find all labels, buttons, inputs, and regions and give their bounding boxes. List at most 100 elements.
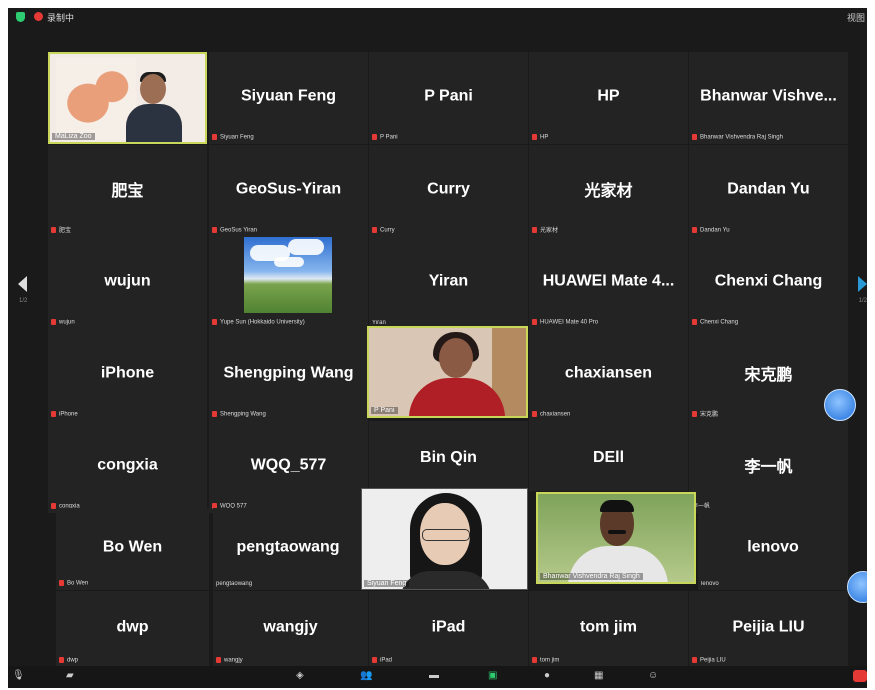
participant-tile-dandan[interactable]: Dandan Yu Dandan Yu	[689, 145, 848, 237]
shield-icon[interactable]	[16, 12, 25, 22]
participant-tile-dwp[interactable]: dwp dwp	[56, 591, 209, 667]
mic-muted-icon	[532, 411, 537, 418]
participant-name: tom jim	[580, 618, 637, 636]
participant-tile-liyifan[interactable]: 李一帆 李一帆	[689, 421, 848, 513]
page-indicator-left: 1/2	[19, 298, 28, 304]
participant-name: Siyuan Feng	[240, 87, 337, 105]
people-icon[interactable]: 👥	[360, 670, 372, 681]
participant-label: Yupe Sun (Hokkaido University)	[212, 319, 305, 326]
participant-name: 李一帆	[744, 459, 793, 477]
participant-tile-wqq[interactable]: WQQ_577 WQQ 577	[209, 421, 368, 513]
reactions-icon[interactable]: ☺	[648, 670, 658, 681]
mic-muted-icon	[51, 319, 56, 326]
participant-label: tom jim	[532, 657, 559, 664]
participant-name: Bo Wen	[102, 538, 163, 556]
meeting-toolbar: 🎙 ▰ ◈ 👥 ▬ ▣ ● ▦ ☺	[8, 666, 867, 688]
recording-label: 录制中	[47, 13, 75, 23]
participant-label: Dandan Yu	[692, 227, 730, 234]
share-screen-icon[interactable]: ▣	[488, 670, 497, 681]
arrow-left-icon[interactable]	[18, 276, 27, 292]
participant-tile-pani-video[interactable]: P Pani	[367, 326, 528, 418]
participant-name: iPad	[431, 618, 466, 636]
mic-muted-icon	[532, 319, 537, 326]
mic-muted-icon	[212, 134, 217, 141]
shield-icon[interactable]: ◈	[296, 670, 304, 681]
participant-tile-guangjiacai[interactable]: 光家材 光家材	[529, 145, 688, 237]
mic-muted-icon	[692, 227, 697, 234]
participant-label: iPhone	[51, 411, 78, 418]
participant-tile-bowen[interactable]: Bo Wen Bo Wen	[56, 508, 209, 590]
participant-label: lenovo	[701, 581, 719, 587]
participant-tile-curry[interactable]: Curry Curry	[369, 145, 528, 237]
participant-label: Bo Wen	[59, 580, 88, 587]
participant-tile-shengping[interactable]: Shengping Wang Shengping Wang	[209, 329, 368, 421]
mic-muted-icon	[532, 657, 537, 664]
participant-tile-p-pani[interactable]: P Pani P Pani	[369, 52, 528, 144]
view-button[interactable]: 视图	[847, 11, 865, 24]
participant-tile-maliza[interactable]: MaLiza Zoo	[48, 52, 207, 144]
camera-icon[interactable]: ▰	[66, 670, 74, 681]
participant-label: P Pani	[372, 134, 398, 141]
record-icon[interactable]: ●	[544, 670, 550, 681]
mic-muted-icon	[59, 657, 64, 664]
map-poster-image	[56, 58, 136, 140]
participant-name: Bin Qin	[420, 448, 477, 466]
participant-tile-chenxi[interactable]: Chenxi Chang Chenxi Chang	[689, 237, 848, 329]
participant-name: Bhanwar Vishve...	[700, 87, 837, 105]
participant-tile-wujun[interactable]: wujun wujun	[48, 237, 207, 329]
participant-label: 宋克鹏	[692, 409, 718, 418]
participant-tile-feng-video[interactable]: Siyuan Feng	[361, 488, 528, 590]
participant-label: MaLiza Zoo	[52, 133, 95, 140]
end-meeting-button[interactable]	[853, 670, 867, 682]
participant-tile-yupe-sun[interactable]: Yupe Sun (Hokkaido University)	[209, 237, 368, 329]
participant-name: 光家材	[584, 183, 633, 201]
apps-icon[interactable]: ▦	[594, 670, 603, 681]
floating-assistant-icon[interactable]	[824, 389, 856, 421]
participant-tile-dell[interactable]: DEll	[529, 421, 688, 491]
participant-tile-congxia[interactable]: congxia congxia	[48, 421, 207, 513]
mic-icon[interactable]: 🎙	[12, 670, 25, 681]
participant-label: Shengping Wang	[212, 411, 266, 418]
participant-label: chaxiansen	[532, 411, 570, 418]
participant-tile-pengtaowang[interactable]: pengtaowang pengtaowang	[213, 508, 363, 590]
mic-muted-icon	[212, 411, 217, 418]
participant-tile-chaxiansen[interactable]: chaxiansen chaxiansen	[529, 329, 688, 421]
chat-icon[interactable]: ▬	[429, 670, 439, 681]
participant-label: dwp	[59, 657, 78, 664]
participant-label: 肥宝	[51, 225, 71, 234]
participant-label: P Pani	[371, 407, 398, 414]
arrow-right-icon[interactable]	[858, 276, 867, 292]
participant-name: GeoSus-Yiran	[235, 180, 342, 198]
participant-tile-geosus[interactable]: GeoSus-Yiran GeoSus Yiran	[209, 145, 368, 237]
participant-name: Dandan Yu	[727, 180, 810, 198]
mic-muted-icon	[216, 657, 221, 664]
participant-name: HUAWEI Mate 4...	[542, 272, 675, 290]
participant-tile-iphone[interactable]: iPhone iPhone	[48, 329, 207, 421]
participant-label: pengtaowang	[216, 581, 253, 587]
participant-tile-ipad[interactable]: iPad iPad	[369, 591, 528, 667]
participant-name: wujun	[104, 272, 151, 290]
participant-name: 宋克鹏	[744, 367, 793, 385]
participant-video: Siyuan Feng	[362, 489, 527, 589]
participant-tile-feibao[interactable]: 肥宝 肥宝	[48, 145, 207, 237]
participant-tile-binqin[interactable]: Bin Qin	[369, 421, 528, 491]
participant-video: Bhanwar Vishvendra Raj Singh	[538, 494, 694, 582]
participant-tile-huawei[interactable]: HUAWEI Mate 4... HUAWEI Mate 40 Pro	[529, 237, 688, 329]
participant-tile-bhanwar[interactable]: Bhanwar Vishve... Bhanwar Vishvendra Raj…	[689, 52, 848, 144]
participant-video: MaLiza Zoo	[50, 54, 205, 142]
participant-name: wangjy	[263, 618, 318, 636]
participant-tile-lenovo[interactable]: lenovo lenovo	[698, 508, 848, 590]
participant-name: Curry	[427, 180, 470, 198]
participant-tile-siyuan-feng[interactable]: Siyuan Feng Siyuan Feng	[209, 52, 368, 144]
record-icon[interactable]	[34, 12, 43, 21]
participant-tile-yiran[interactable]: Yiran Yiran	[369, 237, 528, 329]
mic-muted-icon	[51, 411, 56, 418]
participant-tile-hp[interactable]: HP HP	[529, 52, 688, 144]
floating-assistant-icon-2[interactable]	[847, 571, 867, 603]
participant-tile-peijia[interactable]: Peijia LIU Peijia LIU	[689, 591, 848, 667]
participant-tile-bhanwar-video[interactable]: Bhanwar Vishvendra Raj Singh	[536, 492, 696, 584]
participant-tile-wangjy[interactable]: wangjy wangjy	[213, 591, 368, 667]
profile-picture-landscape	[244, 237, 332, 313]
mic-muted-icon	[532, 134, 537, 141]
participant-tile-tomjim[interactable]: tom jim tom jim	[529, 591, 688, 667]
